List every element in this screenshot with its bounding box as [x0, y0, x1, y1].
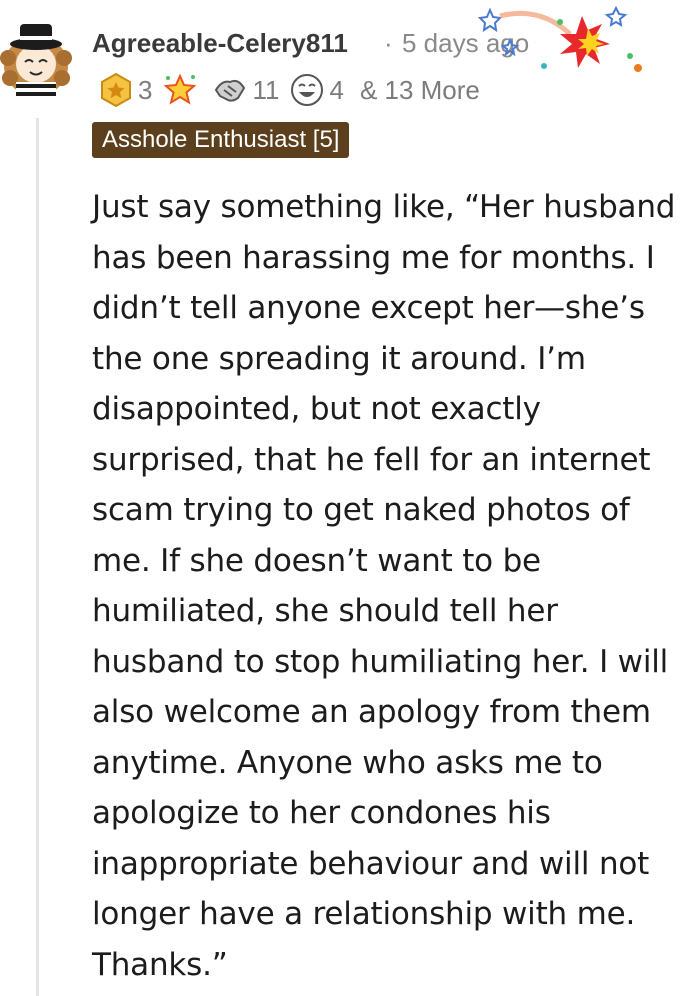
- comment: Agreeable-Celery811 · 5 days ago 3 11 4 …: [0, 0, 700, 996]
- user-flair-badge: Asshole Enthusiast [5]: [92, 122, 350, 158]
- avatar[interactable]: [0, 14, 78, 100]
- comment-line: husband to stop humiliating her. I will: [92, 643, 669, 680]
- comment-line: disappointed, but not exactly: [92, 391, 541, 427]
- comment-line: anytime. Anyone who asks me to: [92, 744, 603, 781]
- comment-line: inappropriate behaviour and will not: [92, 845, 650, 882]
- handshake-icon[interactable]: [212, 72, 248, 108]
- comment-line: didn’t tell anyone except her—she’s: [92, 290, 645, 326]
- award-count: 4: [329, 74, 344, 105]
- award-count: 11: [252, 74, 280, 105]
- avatar-face: [16, 45, 56, 83]
- comment-line: Thanks.”: [92, 946, 228, 983]
- gold-medal-icon[interactable]: [98, 72, 134, 108]
- username[interactable]: Agreeable-Celery811: [92, 28, 348, 59]
- separator-dot: ·: [384, 28, 393, 58]
- comment-body: Just say something like, “Her husband ha…: [92, 182, 692, 990]
- award-count: 3: [138, 74, 153, 105]
- comment-line: apologize to her condones his: [92, 795, 551, 831]
- more-awards-link[interactable]: & 13 More: [360, 75, 480, 106]
- sparkle-decoration-icon: [477, 5, 642, 72]
- comment-line: Just say something like, “Her husband: [92, 189, 676, 225]
- awards-row[interactable]: 3 11 4 & 13 More: [98, 70, 480, 110]
- comment-line: surprised, that he fell for an internet: [92, 441, 651, 478]
- comment-line: the one spreading it around. I’m: [92, 340, 586, 377]
- comment-line: humiliated, she should tell her: [92, 593, 558, 629]
- comment-line: me. If she doesn’t want to be: [92, 542, 541, 579]
- comment-line: scam trying to get naked photos of: [92, 492, 630, 528]
- comment-line: also welcome an apology from them: [92, 694, 651, 730]
- thread-line[interactable]: [36, 118, 39, 996]
- comment-line: longer have a relationship with me.: [92, 896, 636, 932]
- starburst-icon[interactable]: [162, 72, 198, 108]
- laughing-face-icon[interactable]: [289, 72, 325, 108]
- comment-line: has been harassing me for months. I: [92, 239, 655, 276]
